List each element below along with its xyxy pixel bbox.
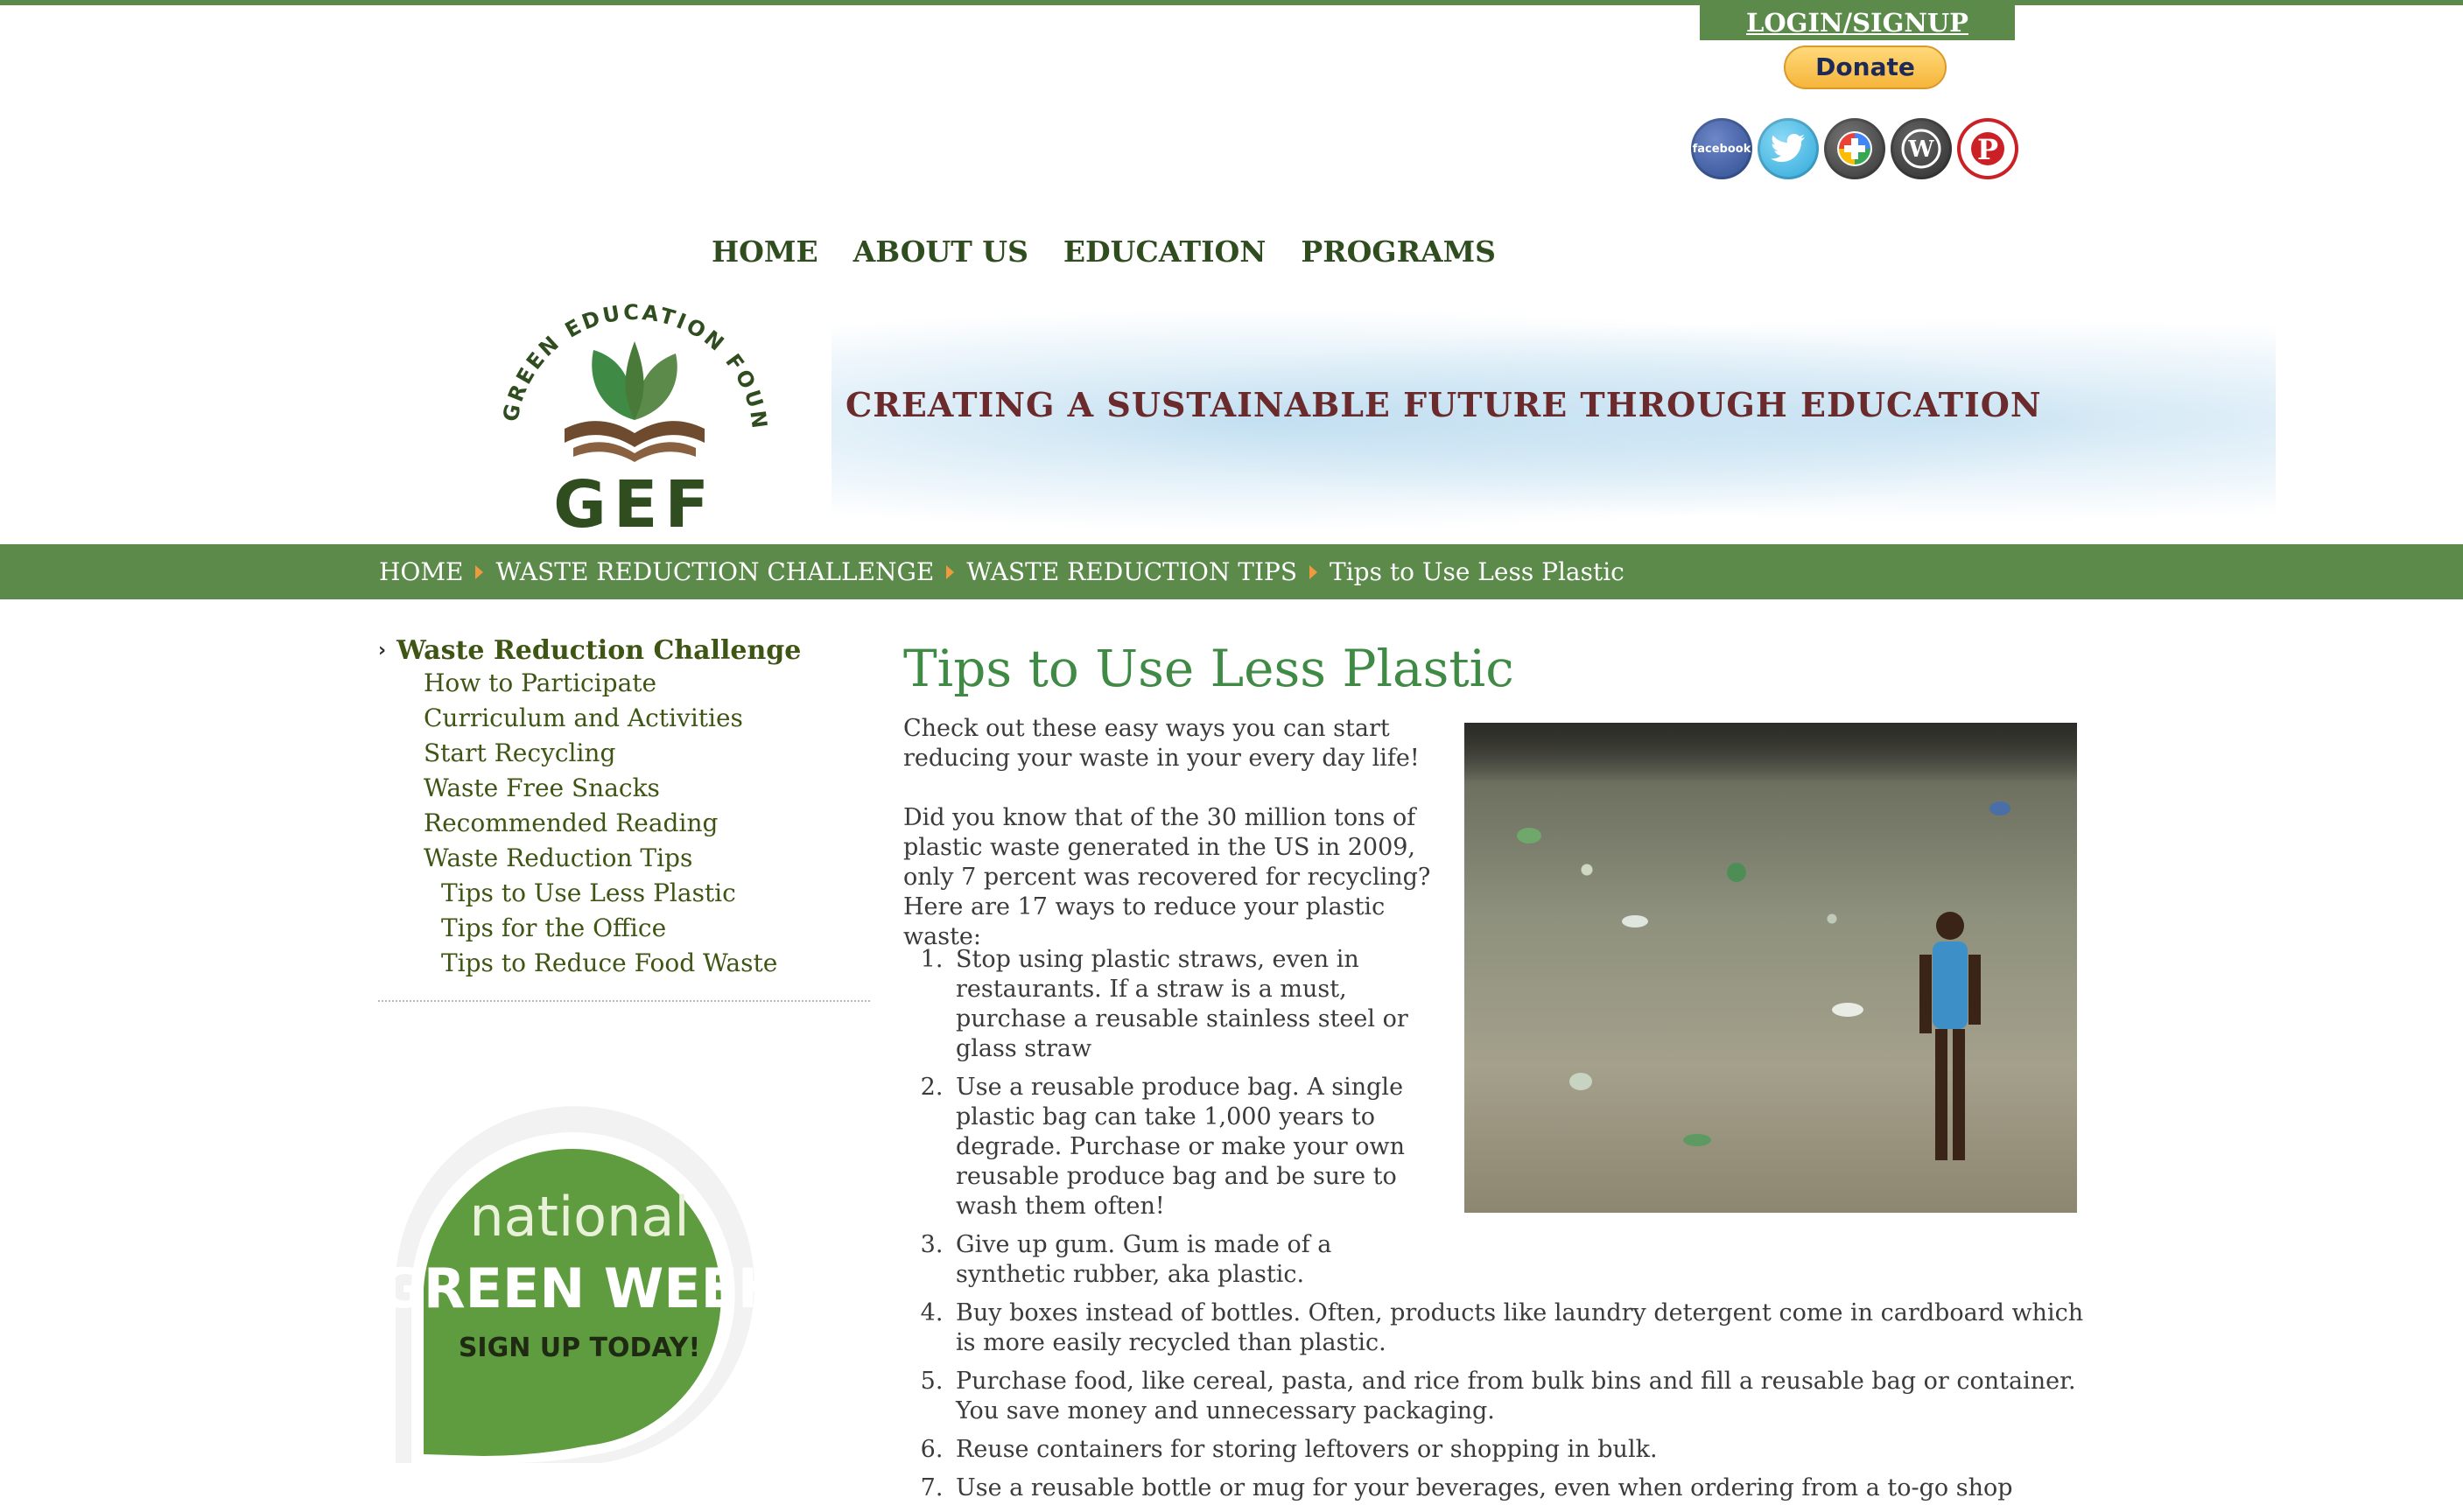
top-accent-line [0, 0, 2463, 5]
sidebar-item-recommended-reading[interactable]: Recommended Reading [424, 806, 870, 841]
sidebar-item-how-to-participate[interactable]: How to Participate [424, 666, 870, 701]
photo-shadow [1464, 723, 2077, 784]
logo-gef-letters: GEF [553, 467, 716, 542]
main-content: Tips to Use Less Plastic Check out these… [903, 639, 2085, 1502]
photo-detail [1517, 828, 1541, 844]
google-plus-icon[interactable] [1824, 118, 1885, 179]
breadcrumb-home[interactable]: HOME [379, 557, 463, 586]
banner-tagline: CREATING A SUSTAINABLE FUTURE THROUGH ED… [846, 385, 2042, 424]
donate-button[interactable]: Donate [1784, 46, 1947, 89]
intro-paragraph: Check out these easy ways you can start … [903, 715, 1420, 772]
list-item: Use a reusable produce bag. A single pla… [951, 1073, 1446, 1222]
breadcrumb-arrow-icon [475, 564, 484, 579]
list-item: Reuse containers for storing leftovers o… [951, 1435, 2094, 1465]
sidebar: › Waste Reduction Challenge How to Parti… [378, 635, 870, 1002]
header-banner: GREEN EDUCATION FOUNDATION GEF CREATING … [455, 262, 2276, 551]
chevron-right-icon: › [378, 640, 387, 662]
photo-detail [1989, 802, 2010, 816]
list-item: Stop using plastic straws, even in resta… [951, 945, 1446, 1064]
sidebar-item-waste-reduction-tips[interactable]: Waste Reduction Tips [424, 841, 870, 876]
sidebar-subitem-less-plastic[interactable]: Tips to Use Less Plastic [441, 876, 870, 911]
page-title: Tips to Use Less Plastic [903, 639, 1514, 698]
breadcrumb-bar: HOME WASTE REDUCTION CHALLENGE WASTE RED… [0, 544, 2463, 599]
wordpress-icon[interactable]: W [1891, 118, 1952, 179]
sidebar-subitem-office[interactable]: Tips for the Office [441, 911, 870, 946]
facebook-icon[interactable]: facebook [1691, 118, 1752, 179]
gef-logo[interactable]: GREEN EDUCATION FOUNDATION GEF [490, 289, 779, 542]
sidebar-menu: How to Participate Curriculum and Activi… [378, 666, 870, 981]
list-item: Use a reusable bottle or mug for your be… [951, 1474, 2094, 1503]
sidebar-item-curriculum[interactable]: Curriculum and Activities [424, 701, 870, 736]
list-item: Purchase food, like cereal, pasta, and r… [951, 1367, 2094, 1426]
sidebar-item-start-recycling[interactable]: Start Recycling [424, 736, 870, 771]
login-signup-link[interactable]: LOGIN/SIGNUP [1700, 5, 2015, 40]
social-links: facebook W P [1691, 118, 2018, 179]
breadcrumb: HOME WASTE REDUCTION CHALLENGE WASTE RED… [379, 544, 1624, 599]
breadcrumb-current: Tips to Use Less Plastic [1330, 557, 1624, 586]
sidebar-heading-row: › Waste Reduction Challenge [378, 635, 870, 666]
twitter-icon[interactable] [1758, 118, 1819, 179]
badge-line2: GREEN WEEK [379, 1256, 782, 1320]
svg-text:P: P [1977, 133, 1998, 166]
breadcrumb-arrow-icon [946, 564, 955, 579]
sidebar-subitem-food-waste[interactable]: Tips to Reduce Food Waste [441, 946, 870, 981]
national-green-week-badge[interactable]: national GREEN WEEK SIGN UP TODAY! [378, 1078, 789, 1463]
badge-line1: national [469, 1185, 689, 1249]
pinterest-icon[interactable]: P [1957, 118, 2018, 179]
sidebar-heading-link[interactable]: Waste Reduction Challenge [396, 635, 801, 666]
badge-line3: SIGN UP TODAY! [459, 1333, 700, 1363]
tips-list: Stop using plastic straws, even in resta… [903, 945, 2094, 1512]
facebook-label: facebook [1692, 142, 1751, 156]
svg-text:W: W [1907, 136, 1934, 163]
breadcrumb-arrow-icon [1309, 564, 1318, 579]
breadcrumb-waste-reduction-tips[interactable]: WASTE REDUCTION TIPS [966, 557, 1297, 586]
list-item: Buy boxes instead of bottles. Often, pro… [951, 1298, 2094, 1358]
list-item: Give up gum. Gum is made of a synthetic … [951, 1230, 1446, 1290]
breadcrumb-waste-reduction-challenge[interactable]: WASTE REDUCTION CHALLENGE [495, 557, 934, 586]
sidebar-divider [378, 1000, 870, 1002]
sidebar-item-waste-free-snacks[interactable]: Waste Free Snacks [424, 771, 870, 806]
fact-paragraph: Did you know that of the 30 million tons… [903, 804, 1431, 950]
photo-detail [1727, 863, 1746, 882]
photo-detail [1622, 915, 1648, 928]
